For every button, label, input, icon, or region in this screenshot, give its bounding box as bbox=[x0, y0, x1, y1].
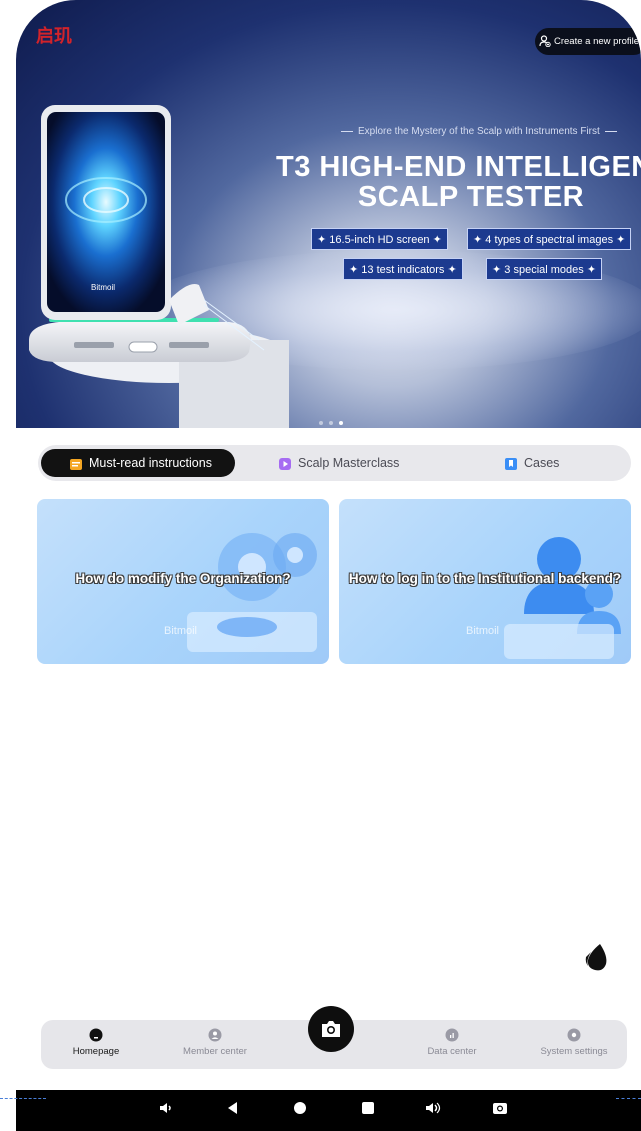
tagline-dash-left bbox=[341, 130, 353, 132]
tab-label: Must-read instructions bbox=[89, 456, 212, 470]
tab-scalp-masterclass[interactable]: Scalp Masterclass bbox=[278, 449, 399, 477]
card-title: How do modify the Organization? bbox=[75, 571, 291, 586]
svg-text:Bitmoil: Bitmoil bbox=[91, 283, 115, 292]
play-icon bbox=[279, 457, 291, 470]
content-tabs: Must-read instructions Scalp Masterclass… bbox=[38, 445, 631, 481]
nav-data-center[interactable]: Data center bbox=[407, 1026, 497, 1057]
feature-badge-label: 4 types of spectral images bbox=[485, 234, 614, 246]
nav-member-center[interactable]: Member center bbox=[170, 1026, 260, 1057]
nav-system-settings[interactable]: System settings bbox=[529, 1026, 619, 1057]
feature-badge: ✦ 13 test indicators ✦ bbox=[343, 258, 463, 280]
gears-icon bbox=[187, 533, 317, 652]
nav-label: Data center bbox=[427, 1046, 477, 1057]
home-icon bbox=[89, 1028, 103, 1042]
nav-label: Member center bbox=[183, 1046, 247, 1057]
feature-badge-label: 3 special modes bbox=[504, 264, 584, 276]
feature-badge: ✦ 4 types of spectral images ✦ bbox=[467, 228, 632, 250]
feature-badge: ✦ 3 special modes ✦ bbox=[486, 258, 603, 280]
member-icon bbox=[208, 1028, 222, 1042]
add-person-icon bbox=[539, 35, 551, 48]
chart-icon bbox=[445, 1028, 459, 1042]
app-screen: Bitmoil 启玑 Create a new profile Explore … bbox=[16, 0, 641, 1131]
back-icon[interactable] bbox=[225, 1100, 241, 1116]
create-profile-label: Create a new profile bbox=[554, 36, 640, 47]
recents-icon[interactable] bbox=[360, 1100, 376, 1116]
bookmark-icon bbox=[505, 457, 517, 470]
instruction-card[interactable]: How do modify the Organization? Bitmoil bbox=[37, 499, 329, 664]
tab-must-read-instructions[interactable]: Must-read instructions bbox=[41, 449, 235, 477]
instruction-card[interactable]: How to log in to the Institutional backe… bbox=[339, 499, 631, 664]
book-icon bbox=[70, 458, 82, 470]
nav-label: System settings bbox=[540, 1046, 608, 1057]
hero-banner[interactable]: Bitmoil 启玑 Create a new profile Explore … bbox=[16, 0, 641, 428]
volume-down-icon[interactable] bbox=[158, 1100, 174, 1116]
people-icon bbox=[504, 537, 621, 659]
tagline-text: Explore the Mystery of the Scalp with In… bbox=[358, 126, 600, 137]
carousel-indicator[interactable] bbox=[319, 412, 349, 428]
settings-icon bbox=[567, 1028, 581, 1042]
tab-label: Cases bbox=[524, 456, 560, 470]
feature-badge-label: 13 test indicators bbox=[361, 264, 445, 276]
banner-tagline: Explore the Mystery of the Scalp with In… bbox=[336, 126, 622, 137]
camera-icon bbox=[322, 1021, 340, 1037]
volume-up-icon[interactable] bbox=[424, 1100, 442, 1116]
drop-icon[interactable] bbox=[582, 942, 610, 974]
carousel-dot[interactable] bbox=[329, 421, 333, 425]
carousel-dot-active[interactable] bbox=[339, 421, 343, 425]
card-watermark: Bitmoil bbox=[466, 625, 500, 637]
tagline-dash-right bbox=[604, 130, 617, 132]
tab-cases[interactable]: Cases bbox=[504, 449, 559, 477]
feature-badge: ✦ 16.5-inch HD screen ✦ bbox=[311, 228, 448, 250]
card-watermark: Bitmoil bbox=[164, 625, 198, 637]
headline-line-1: T3 HIGH-END INTELLIGENT bbox=[276, 151, 641, 183]
card-title: How to log in to the Institutional backe… bbox=[348, 571, 622, 586]
banner-headline: T3 HIGH-END INTELLIGENT SCALP TESTER bbox=[276, 152, 641, 212]
tab-label: Scalp Masterclass bbox=[298, 456, 400, 470]
scalp-tester-device-image: Bitmoil bbox=[29, 105, 289, 428]
headline-line-2: SCALP TESTER bbox=[357, 181, 585, 213]
home-button-icon[interactable] bbox=[292, 1100, 308, 1116]
screenshot-icon[interactable] bbox=[492, 1100, 508, 1116]
create-profile-button[interactable]: Create a new profile bbox=[535, 28, 641, 55]
system-navigation-bar bbox=[16, 1090, 641, 1131]
edge-guide-line bbox=[616, 1098, 641, 1099]
brand-logo-text: 启玑 bbox=[36, 26, 72, 46]
nav-homepage[interactable]: Homepage bbox=[51, 1026, 141, 1057]
feature-badge-label: 16.5-inch HD screen bbox=[329, 234, 430, 246]
nav-label: Homepage bbox=[72, 1046, 120, 1057]
carousel-dot[interactable] bbox=[319, 421, 323, 425]
edge-guide-line bbox=[0, 1098, 46, 1099]
camera-button[interactable] bbox=[308, 1006, 354, 1052]
